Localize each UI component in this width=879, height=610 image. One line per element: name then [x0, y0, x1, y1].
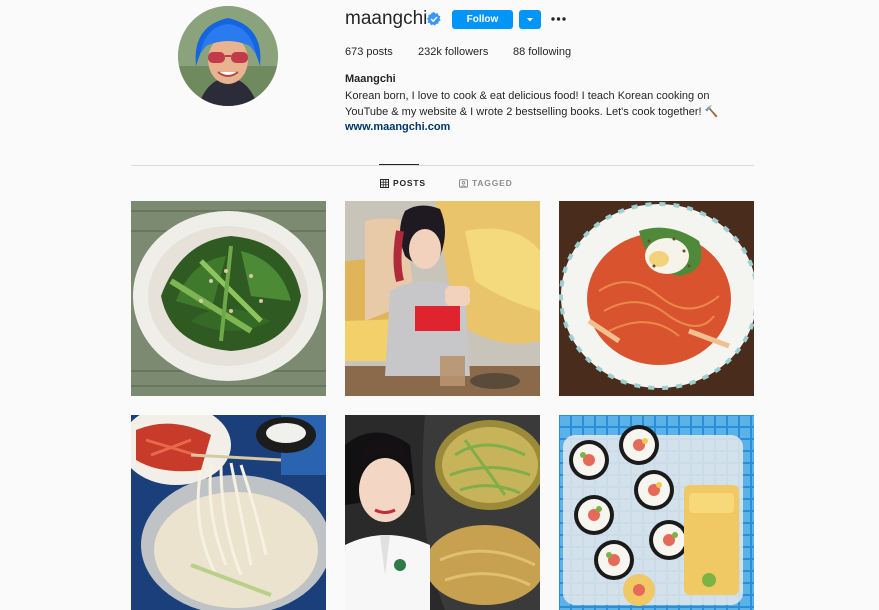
verified-badge-icon [427, 12, 441, 26]
post-tile-seasoned-spinach[interactable] [131, 201, 326, 396]
follow-button[interactable]: Follow [452, 10, 513, 29]
suggested-accounts-button[interactable] [519, 10, 541, 29]
more-options-icon[interactable] [550, 12, 567, 26]
profile-website-link[interactable]: www.maangchi.com [345, 121, 450, 133]
followers-count[interactable]: 232k followers [418, 46, 488, 58]
tab-posts-label: POSTS [393, 178, 426, 188]
post-tile-kimbap-lunchbox[interactable] [559, 415, 754, 610]
post-image [131, 415, 326, 610]
profile-full-name: Maangchi [345, 73, 396, 85]
profile-username: maangchi [345, 8, 428, 29]
post-image [345, 201, 540, 396]
post-image [345, 415, 540, 610]
following-count[interactable]: 88 following [513, 46, 571, 58]
posts-count: 673 posts [345, 46, 393, 58]
tab-tagged-label: TAGGED [472, 178, 513, 188]
grid-icon [380, 178, 389, 188]
active-tab-indicator [379, 164, 419, 165]
post-image [559, 201, 754, 396]
post-tile-spicy-noodles[interactable] [559, 201, 754, 396]
post-image [131, 201, 326, 396]
post-image [559, 415, 754, 610]
avatar-image [178, 6, 278, 106]
profile-avatar[interactable] [178, 6, 278, 106]
tagged-icon [459, 178, 468, 188]
tab-posts[interactable]: POSTS [380, 178, 426, 188]
post-tile-egg-bread[interactable] [345, 201, 540, 396]
post-tile-cabbage-pancake[interactable] [345, 415, 540, 610]
chevron-down-icon [527, 17, 533, 21]
profile-bio: Korean born, I love to cook & eat delici… [345, 90, 719, 118]
post-tile-kongguksu-noodles[interactable] [131, 415, 326, 610]
tabs-divider [131, 165, 754, 166]
tab-tagged[interactable]: TAGGED [459, 178, 513, 188]
